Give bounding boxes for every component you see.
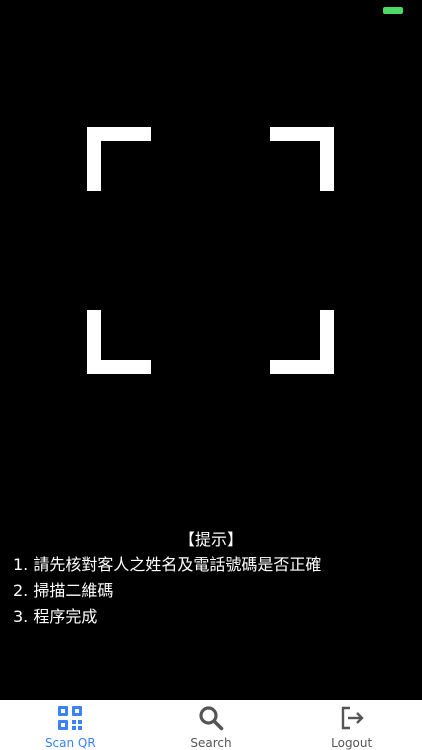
qr-code-icon <box>58 706 83 730</box>
tab-bar: Scan QR Search Logout <box>0 700 422 750</box>
hint-panel: 【提示】 1. 請先核對客人之姓名及電話號碼是否正確 2. 掃描二維碼 3. 程… <box>13 528 413 630</box>
tab-search-label: Search <box>190 736 232 750</box>
hint-item-3: 3. 程序完成 <box>13 607 98 626</box>
tab-search[interactable]: Search <box>141 700 282 750</box>
scanner-corner-top-right <box>270 127 334 191</box>
hint-item-2: 2. 掃描二維碼 <box>13 581 114 600</box>
scanner-corner-bottom-left <box>87 310 151 374</box>
tab-logout[interactable]: Logout <box>281 700 422 750</box>
logout-icon <box>341 706 364 730</box>
hint-item-1: 1. 請先核對客人之姓名及電話號碼是否正確 <box>13 555 322 574</box>
search-icon <box>199 706 224 731</box>
scanner-corner-top-left <box>87 127 151 191</box>
battery-indicator-icon <box>383 7 403 14</box>
hint-title: 【提示】 <box>178 530 243 549</box>
tab-scan-qr-label: Scan QR <box>44 736 96 750</box>
tab-scan-qr[interactable]: Scan QR <box>0 700 141 750</box>
tab-logout-label: Logout <box>331 736 373 750</box>
scanner-corner-bottom-right <box>270 310 334 374</box>
